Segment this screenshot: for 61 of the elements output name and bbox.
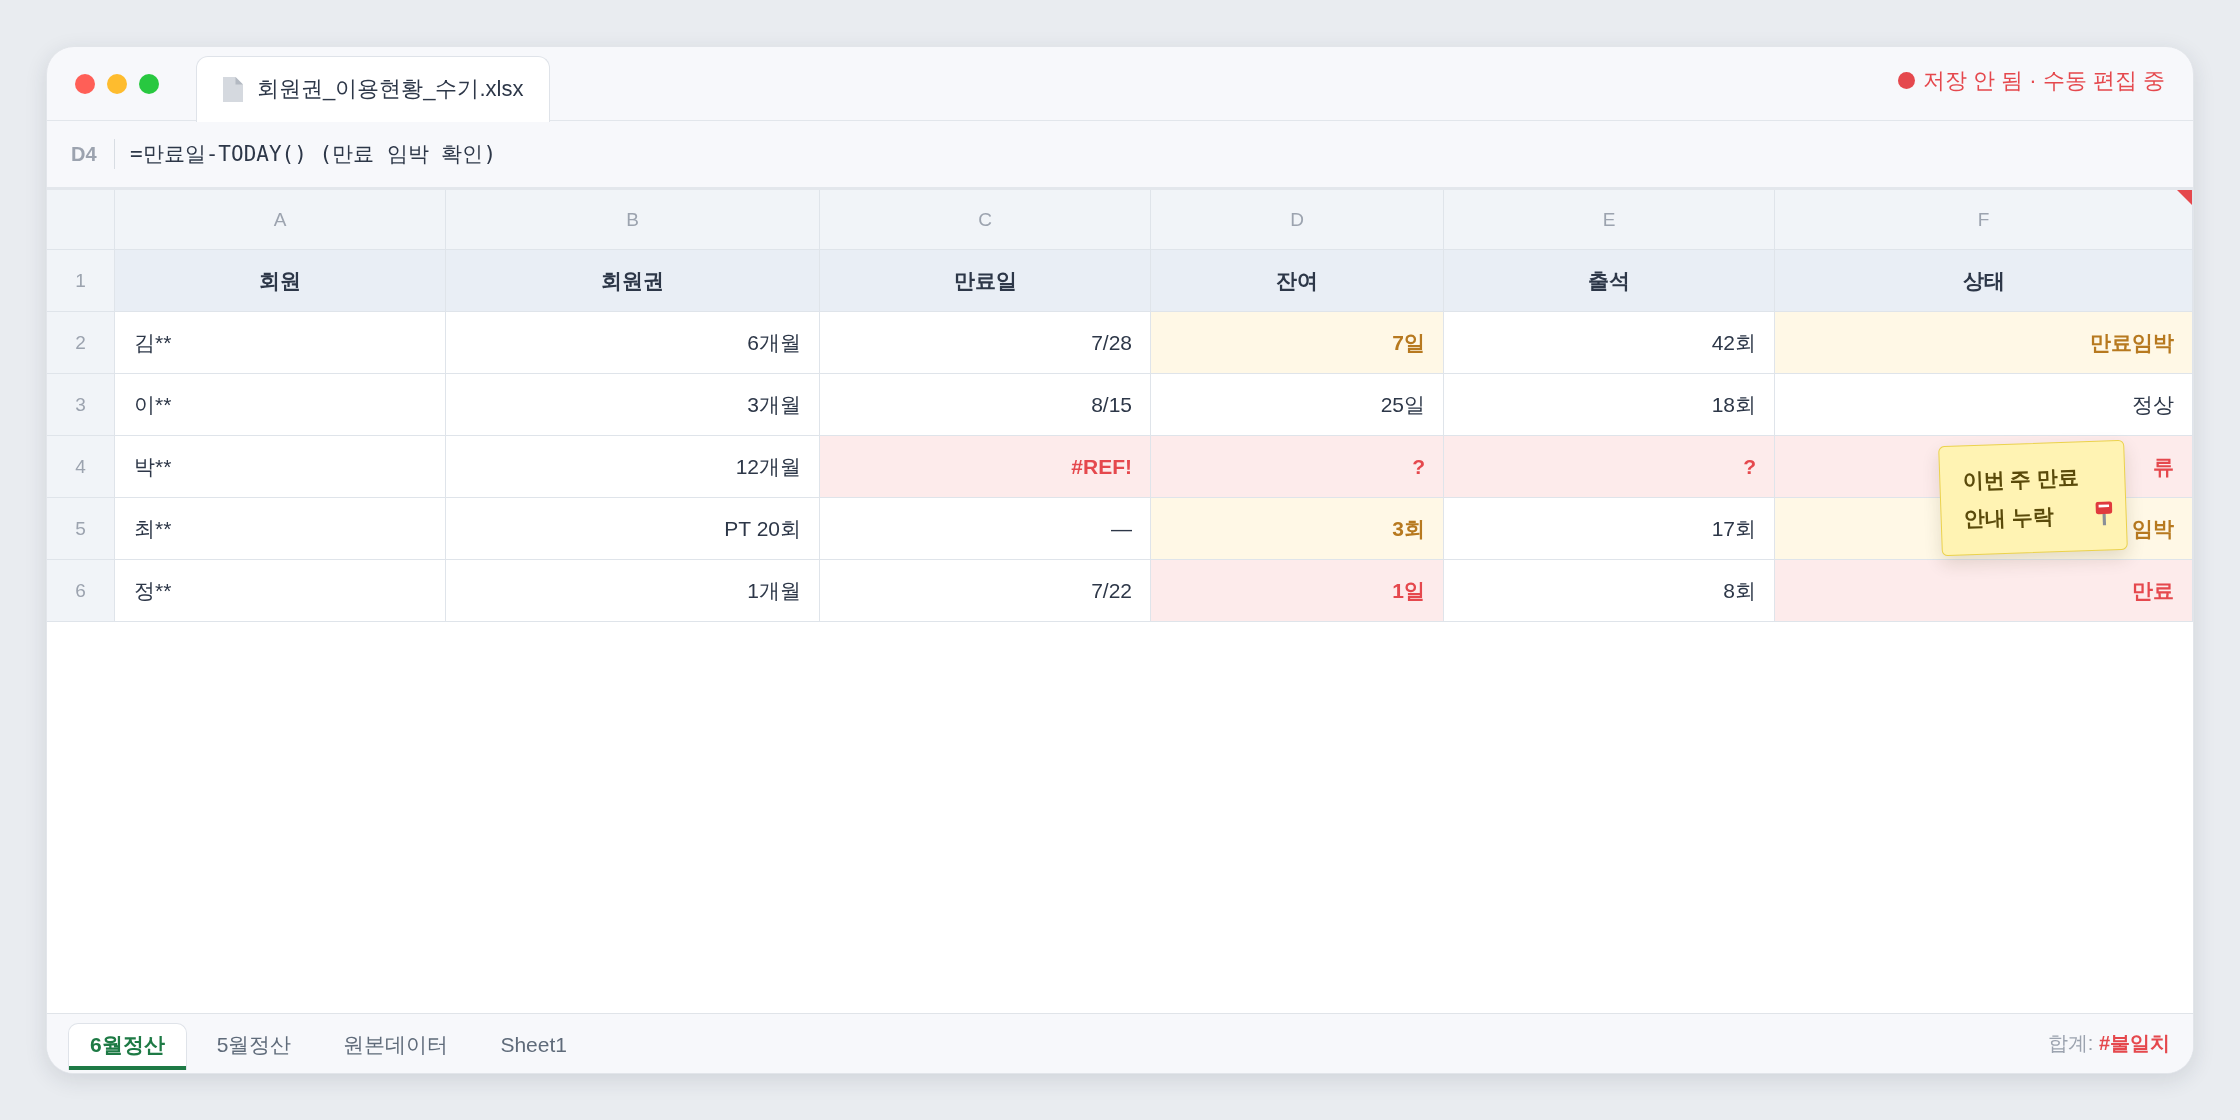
table-cell: ? (1444, 436, 1775, 498)
sheet-tab[interactable]: Sheet1 (478, 1023, 589, 1070)
table-cell: 7/28 (820, 312, 1151, 374)
postbox-icon (2095, 501, 2113, 526)
column-header[interactable]: D (1151, 190, 1444, 250)
formula-field[interactable]: =만료일-TODAY() (만료 임박 확인) (130, 134, 2193, 174)
column-header[interactable]: A (115, 190, 446, 250)
table-header-cell: 출석 (1444, 250, 1775, 312)
table-cell: 1개월 (446, 560, 820, 622)
table-cell: 42회 (1444, 312, 1775, 374)
window-minimize-icon[interactable] (107, 73, 127, 94)
table-header-cell: 만료일 (820, 250, 1151, 312)
file-tab[interactable]: 회원권_이용현황_수기.xlsx (196, 55, 551, 122)
row-header[interactable]: 5 (47, 498, 115, 560)
sheet-tab[interactable]: 6월정산 (68, 1023, 187, 1070)
table-cell: 8/15 (820, 374, 1151, 436)
column-header[interactable]: F (1775, 190, 2193, 250)
table-cell: 18회 (1444, 374, 1775, 436)
table-header-cell: 잔여 (1151, 250, 1444, 312)
table-cell: 17회 (1444, 498, 1775, 560)
column-header[interactable]: E (1444, 190, 1775, 250)
table-cell: 3회 (1151, 498, 1444, 560)
table-cell: 이** (115, 374, 446, 436)
row-header[interactable]: 4 (47, 436, 115, 498)
table-cell: PT 20회 (446, 498, 820, 560)
row-header[interactable]: 2 (47, 312, 115, 374)
table-cell: 정상 (1775, 374, 2193, 436)
row-header[interactable]: 3 (47, 374, 115, 436)
table-cell: 8회 (1444, 560, 1775, 622)
table-cell: #REF! (820, 436, 1151, 498)
table-cell: ? (1151, 436, 1444, 498)
table-cell: 7/22 (820, 560, 1151, 622)
sheet-tab[interactable]: 원본데이터 (321, 1023, 471, 1070)
table-cell: 25일 (1151, 374, 1444, 436)
column-header[interactable]: B (446, 190, 820, 250)
table-cell: 1일 (1151, 560, 1444, 622)
table-cell: 7일 (1151, 312, 1444, 374)
table-cell: 6개월 (446, 312, 820, 374)
table-cell: 만료임박 (1775, 312, 2193, 374)
column-header[interactable]: C (820, 190, 1151, 250)
window-maximize-icon[interactable] (139, 73, 159, 94)
table-cell: 정** (115, 560, 446, 622)
status-dot-icon (1898, 72, 1915, 89)
window-close-icon[interactable] (75, 73, 95, 94)
table-cell: — (820, 498, 1151, 560)
table-cell: 최** (115, 498, 446, 560)
row-header[interactable]: 6 (47, 560, 115, 622)
table-cell: 김** (115, 312, 446, 374)
document-icon (223, 76, 243, 102)
table-header-cell: 상태 (1775, 250, 2193, 312)
save-status-text: 저장 안 됨 · 수동 편집 중 (1923, 66, 2165, 95)
table-header-cell: 회원 (115, 250, 446, 312)
table-header-cell: 회원권 (446, 250, 820, 312)
sheet-tab[interactable]: 5월정산 (194, 1023, 314, 1070)
table-cell: 12개월 (446, 436, 820, 498)
name-box[interactable]: D4 (71, 142, 97, 166)
table-cell: 만료 (1775, 560, 2193, 622)
sum-status: 합계: #불일치 (2047, 1030, 2170, 1056)
table-cell: 3개월 (446, 374, 820, 436)
row-header[interactable]: 1 (47, 250, 115, 312)
table-cell: 박** (115, 436, 446, 498)
